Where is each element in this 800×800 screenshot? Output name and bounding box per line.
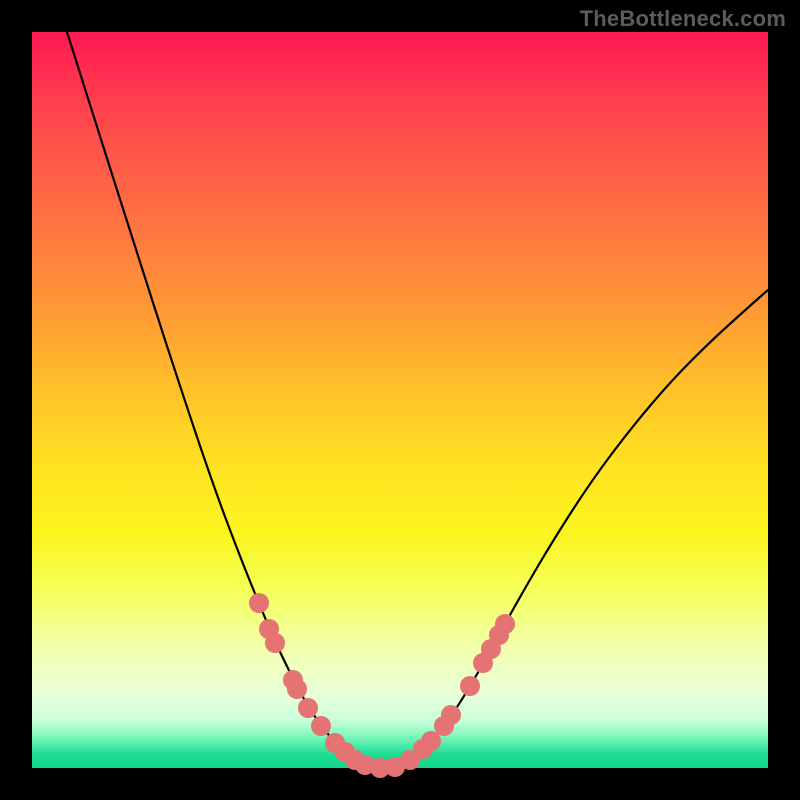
chart-data-point bbox=[495, 614, 515, 634]
chart-data-point bbox=[311, 716, 331, 736]
chart-data-point bbox=[298, 698, 318, 718]
chart-data-point bbox=[441, 705, 461, 725]
chart-data-point bbox=[265, 633, 285, 653]
chart-data-point bbox=[460, 676, 480, 696]
chart-data-point bbox=[287, 679, 307, 699]
watermark-text: TheBottleneck.com bbox=[580, 6, 786, 32]
chart-curve bbox=[32, 32, 768, 768]
chart-data-point bbox=[249, 593, 269, 613]
chart-plot-area bbox=[32, 32, 768, 768]
